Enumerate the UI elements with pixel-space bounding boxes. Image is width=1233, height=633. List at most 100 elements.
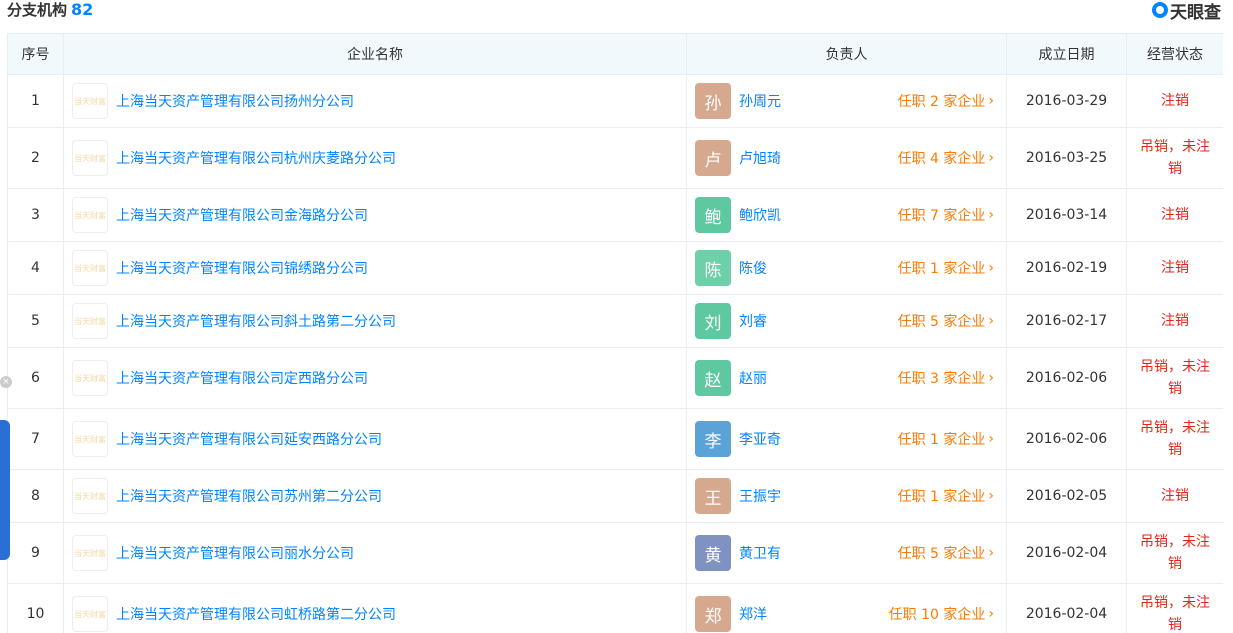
person-roles-link[interactable]: 任职 5 家企业› [898,311,994,331]
row-index: 4 [8,242,64,295]
person-roles-link[interactable]: 任职 4 家企业› [898,148,994,168]
status-badge: 注销 [1127,189,1224,242]
established-date: 2016-02-17 [1007,295,1127,348]
branch-count[interactable]: 82 [71,0,93,19]
person-roles-link[interactable]: 任职 2 家企业› [898,91,994,111]
person-name-link[interactable]: 黄卫有 [739,543,781,563]
person-avatar[interactable]: 赵 [695,360,731,396]
brand-name: 天眼查 [1170,0,1221,23]
chevron-right-icon: › [988,150,994,166]
person-avatar[interactable]: 陈 [695,250,731,286]
chevron-right-icon: › [988,545,994,561]
company-logo[interactable]: 当天财富 [72,250,108,286]
person-name-link[interactable]: 郑洋 [739,604,767,624]
row-index: 7 [8,409,64,470]
row-index: 9 [8,523,64,584]
row-index: 5 [8,295,64,348]
company-logo[interactable]: 当天财富 [72,140,108,176]
established-date: 2016-02-05 [1007,470,1127,523]
established-date: 2016-02-04 [1007,523,1127,584]
column-header-date: 成立日期 [1007,34,1127,75]
person-cell: 郑 郑洋 任职 10 家企业› [687,584,1007,633]
company-name-link[interactable]: 上海当天资产管理有限公司丽水分公司 [116,543,354,563]
status-badge: 注销 [1127,295,1224,348]
person-roles-link[interactable]: 任职 7 家企业› [898,205,994,225]
status-badge: 注销 [1127,470,1224,523]
person-avatar[interactable]: 卢 [695,140,731,176]
company-name-link[interactable]: 上海当天资产管理有限公司苏州第二分公司 [116,486,382,506]
person-roles-link[interactable]: 任职 10 家企业› [889,604,994,624]
person-roles-link[interactable]: 任职 1 家企业› [898,429,994,449]
person-cell: 赵 赵丽 任职 3 家企业› [687,348,1007,409]
company-logo[interactable]: 当天财富 [72,83,108,119]
status-badge: 吊销，未注销 [1127,584,1224,633]
row-index: 3 [8,189,64,242]
person-roles-link[interactable]: 任职 3 家企业› [898,368,994,388]
company-name-link[interactable]: 上海当天资产管理有限公司斜土路第二分公司 [116,311,396,331]
company-cell: 当天财富 上海当天资产管理有限公司苏州第二分公司 [64,470,687,523]
person-roles-link[interactable]: 任职 1 家企业› [898,486,994,506]
person-avatar[interactable]: 刘 [695,303,731,339]
company-name-link[interactable]: 上海当天资产管理有限公司定西路分公司 [116,368,368,388]
company-name-link[interactable]: 上海当天资产管理有限公司扬州分公司 [116,91,354,111]
person-name-link[interactable]: 刘睿 [739,311,767,331]
section-title-text: 分支机构 [7,1,67,19]
status-badge: 吊销，未注销 [1127,348,1224,409]
person-name-link[interactable]: 卢旭琦 [739,148,781,168]
company-logo[interactable]: 当天财富 [72,421,108,457]
row-index: 6 [8,348,64,409]
company-name-link[interactable]: 上海当天资产管理有限公司延安西路分公司 [116,429,382,449]
person-name-link[interactable]: 陈俊 [739,258,767,278]
company-name-link[interactable]: 上海当天资产管理有限公司杭州庆菱路分公司 [116,148,396,168]
person-avatar[interactable]: 郑 [695,596,731,632]
person-avatar[interactable]: 李 [695,421,731,457]
person-roles-link[interactable]: 任职 5 家企业› [898,543,994,563]
column-header-index: 序号 [8,34,64,75]
company-logo[interactable]: 当天财富 [72,535,108,571]
company-cell: 当天财富 上海当天资产管理有限公司锦绣路分公司 [64,242,687,295]
person-name-link[interactable]: 孙周元 [739,91,781,111]
person-roles-text: 任职 10 家企业 [889,604,986,624]
person-avatar[interactable]: 鲍 [695,197,731,233]
person-avatar[interactable]: 黄 [695,535,731,571]
close-icon[interactable]: × [0,376,12,388]
person-cell: 刘 刘睿 任职 5 家企业› [687,295,1007,348]
floating-side-tab[interactable] [0,420,10,560]
brand-logo[interactable]: 天眼查 [1152,0,1221,20]
person-name-link[interactable]: 赵丽 [739,368,767,388]
person-roles-link[interactable]: 任职 1 家企业› [898,258,994,278]
person-name-link[interactable]: 王振宇 [739,486,781,506]
row-index: 2 [8,128,64,189]
company-logo[interactable]: 当天财富 [72,596,108,632]
person-roles-text: 任职 5 家企业 [898,311,986,331]
company-name-link[interactable]: 上海当天资产管理有限公司金海路分公司 [116,205,368,225]
company-logo[interactable]: 当天财富 [72,303,108,339]
person-avatar[interactable]: 王 [695,478,731,514]
section-title: 分支机构82 [7,0,93,20]
table-row: 1 当天财富 上海当天资产管理有限公司扬州分公司 孙 孙周元 任职 2 家企业›… [8,75,1224,128]
company-cell: 当天财富 上海当天资产管理有限公司杭州庆菱路分公司 [64,128,687,189]
person-cell: 鲍 鲍欣凯 任职 7 家企业› [687,189,1007,242]
table-row: 4 当天财富 上海当天资产管理有限公司锦绣路分公司 陈 陈俊 任职 1 家企业›… [8,242,1224,295]
established-date: 2016-02-06 [1007,409,1127,470]
column-header-status: 经营状态 [1127,34,1224,75]
company-logo[interactable]: 当天财富 [72,478,108,514]
company-name-link[interactable]: 上海当天资产管理有限公司虹桥路第二分公司 [116,604,396,624]
established-date: 2016-02-06 [1007,348,1127,409]
company-name-link[interactable]: 上海当天资产管理有限公司锦绣路分公司 [116,258,368,278]
chevron-right-icon: › [988,93,994,109]
established-date: 2016-02-04 [1007,584,1127,633]
chevron-right-icon: › [988,207,994,223]
person-name-link[interactable]: 鲍欣凯 [739,205,781,225]
table-row: 7 当天财富 上海当天资产管理有限公司延安西路分公司 李 李亚奇 任职 1 家企… [8,409,1224,470]
company-cell: 当天财富 上海当天资产管理有限公司斜土路第二分公司 [64,295,687,348]
person-name-link[interactable]: 李亚奇 [739,429,781,449]
status-badge: 注销 [1127,75,1224,128]
chevron-right-icon: › [988,370,994,386]
person-roles-text: 任职 2 家企业 [898,91,986,111]
chevron-right-icon: › [988,606,994,622]
company-logo[interactable]: 当天财富 [72,197,108,233]
company-logo[interactable]: 当天财富 [72,360,108,396]
person-avatar[interactable]: 孙 [695,83,731,119]
established-date: 2016-03-14 [1007,189,1127,242]
